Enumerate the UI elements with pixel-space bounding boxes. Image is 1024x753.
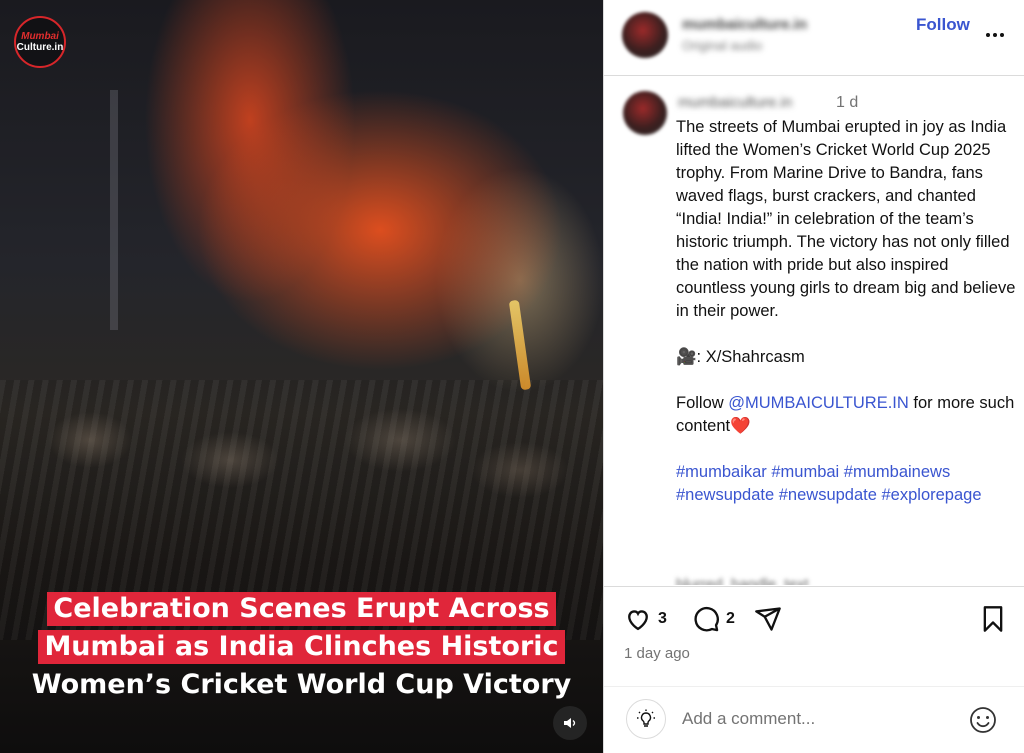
- avatar[interactable]: [623, 91, 667, 135]
- header-username[interactable]: mumbaiculture.in: [682, 16, 807, 33]
- bookmark-icon: [983, 606, 1003, 632]
- follow-button[interactable]: Follow: [916, 15, 970, 35]
- post-header: mumbaiculture.in Original audio Follow: [604, 0, 1024, 76]
- more-dots-icon[interactable]: [984, 22, 1006, 44]
- caption-line-2: Mumbai as India Clinches Historic: [38, 630, 565, 664]
- save-button[interactable]: [980, 605, 1006, 633]
- post-time[interactable]: 1 d: [836, 94, 858, 112]
- next-comment-preview: blurred_handle_text: [676, 576, 809, 585]
- post-caption-area: mumbaiculture.in 1 d The streets of Mumb…: [604, 77, 1024, 585]
- follow-prefix: Follow: [676, 394, 729, 412]
- share-button[interactable]: [754, 605, 782, 633]
- post-video[interactable]: Mumbai Culture.in Celebration Scenes Eru…: [0, 0, 603, 753]
- lightbulb-icon: [637, 709, 655, 727]
- logo-line-2: Culture.in: [16, 42, 64, 53]
- audio-label[interactable]: Original audio: [682, 38, 762, 53]
- speaker-icon: [564, 718, 576, 728]
- comment-input[interactable]: [682, 707, 952, 731]
- avatar[interactable]: [622, 12, 668, 58]
- hashtags[interactable]: #mumbaikar #mumbai #mumbainews #newsupda…: [676, 461, 1016, 507]
- post-viewer: Mumbai Culture.in Celebration Scenes Eru…: [0, 0, 1024, 753]
- emoji-icon[interactable]: [968, 705, 998, 735]
- caption-credit: 🎥: X/Shahrcasm: [676, 348, 805, 366]
- caption-paragraph: The streets of Mumbai erupted in joy as …: [676, 118, 1016, 320]
- post-caption: The streets of Mumbai erupted in joy as …: [676, 116, 1016, 507]
- post-date[interactable]: 1 day ago: [624, 645, 690, 662]
- channel-logo: Mumbai Culture.in: [14, 16, 66, 68]
- like-count: 3: [658, 610, 667, 627]
- light-streak: [508, 299, 532, 391]
- send-icon: [755, 607, 781, 631]
- comment-icon: [694, 606, 719, 632]
- caption-follow-line: Follow @MUMBAICULTURE.IN for more such c…: [676, 392, 1016, 438]
- video-caption: Celebration Scenes Erupt Across Mumbai a…: [0, 592, 603, 706]
- mute-button[interactable]: [553, 706, 587, 740]
- caption-line-3: Women’s Cricket World Cup Victory: [31, 669, 572, 700]
- post-username[interactable]: mumbaiculture.in: [678, 94, 792, 111]
- comment-bar: [604, 686, 1024, 753]
- action-bar: 3 2 1 day ago: [604, 586, 1024, 686]
- comment-count: 2: [726, 610, 735, 627]
- background-pole: [110, 90, 118, 330]
- heart-icon: [628, 610, 648, 631]
- post-panel: mumbaiculture.in Original audio Follow m…: [603, 0, 1024, 753]
- comment-button[interactable]: 2: [692, 605, 735, 633]
- like-button[interactable]: 3: [624, 605, 667, 633]
- logo-line-1: Mumbai: [21, 31, 59, 42]
- caption-line-1: Celebration Scenes Erupt Across: [47, 592, 556, 626]
- reels-icon[interactable]: [626, 699, 666, 739]
- mention-link[interactable]: @MUMBAICULTURE.IN: [728, 394, 909, 412]
